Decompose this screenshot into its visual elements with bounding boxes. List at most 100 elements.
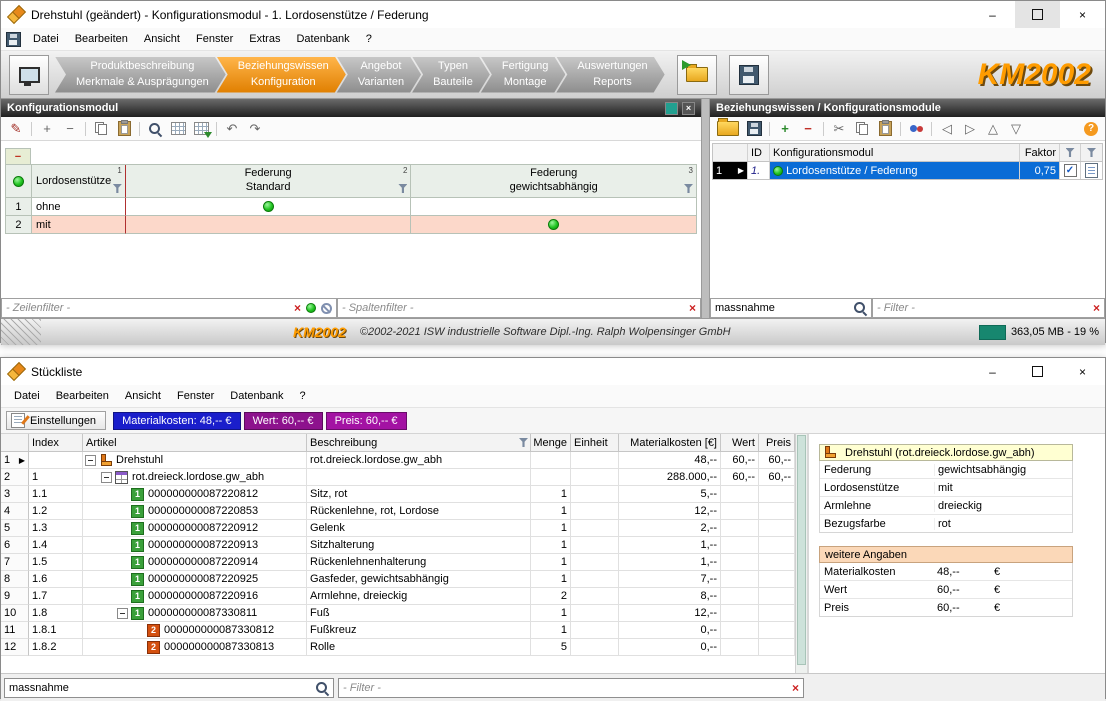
- bom-row[interactable]: 7 1.5 1 000000000087220914 Rückenlehnenhalte…: [1, 554, 795, 571]
- row-number[interactable]: 2: [1, 469, 29, 486]
- matrix-row-axis-header[interactable]: Lordosenstütze 1: [31, 165, 126, 198]
- users-icon[interactable]: [908, 121, 924, 137]
- wert-cell[interactable]: [721, 571, 759, 588]
- header-einheit[interactable]: Einheit: [571, 434, 619, 452]
- menu-item[interactable]: Bearbeiten: [67, 30, 136, 48]
- beschreibung-cell[interactable]: Rolle: [307, 639, 531, 656]
- menu-item[interactable]: Extras: [241, 30, 288, 48]
- materialkosten-cell[interactable]: 2,--: [619, 520, 721, 537]
- search-icon[interactable]: [315, 681, 329, 695]
- menu-item[interactable]: Fenster: [169, 387, 222, 405]
- bom-filter-box[interactable]: ×: [338, 677, 804, 698]
- bom-row[interactable]: 4 1.2 1 000000000087220853 Rückenlehne, rot,…: [1, 503, 795, 520]
- redo-icon[interactable]: ↷: [247, 121, 263, 137]
- menu-item[interactable]: ?: [358, 30, 380, 48]
- beschreibung-cell[interactable]: Rückenlehne, rot, Lordose: [307, 503, 531, 520]
- filter-funnel-icon[interactable]: [684, 184, 693, 193]
- wert-cell[interactable]: 60,--: [721, 452, 759, 469]
- filter-funnel-icon[interactable]: [519, 438, 528, 447]
- header-index[interactable]: Index: [29, 434, 83, 452]
- row-number[interactable]: 9: [1, 588, 29, 605]
- nav-down-icon[interactable]: ▽: [1008, 121, 1024, 137]
- header-active-column[interactable]: [1060, 144, 1081, 161]
- panel-pin-button[interactable]: [665, 101, 678, 115]
- row-label[interactable]: mit: [31, 216, 126, 234]
- remove-icon[interactable]: −: [62, 121, 78, 137]
- einheit-cell[interactable]: [571, 571, 619, 588]
- header-menge[interactable]: Menge: [531, 434, 571, 452]
- artikel-cell[interactable]: 1 000000000087220913: [83, 537, 307, 554]
- row-axis-dot-cell[interactable]: [6, 165, 32, 198]
- panel-splitter[interactable]: [701, 99, 710, 318]
- wert-cell[interactable]: [721, 486, 759, 503]
- materialkosten-cell[interactable]: 48,--: [619, 452, 721, 469]
- artikel-cell[interactable]: 1 000000000087220912: [83, 520, 307, 537]
- materialkosten-cell[interactable]: 1,--: [619, 537, 721, 554]
- wert-cell[interactable]: [721, 588, 759, 605]
- header-preis[interactable]: Preis: [759, 434, 795, 452]
- matrix-corner-cell[interactable]: −: [5, 148, 31, 165]
- preis-cell[interactable]: [759, 554, 795, 571]
- maximize-button[interactable]: [1015, 358, 1060, 385]
- export-grid-icon[interactable]: [193, 121, 212, 138]
- matrix-cell[interactable]: [411, 198, 697, 216]
- row-number[interactable]: 5: [1, 520, 29, 537]
- menu-item[interactable]: Ansicht: [117, 387, 169, 405]
- zeilenfilter-box[interactable]: ×: [1, 298, 337, 318]
- nav-left-icon[interactable]: ◁: [939, 121, 955, 137]
- matrix-cell[interactable]: [125, 198, 412, 216]
- header-rownum[interactable]: [1, 434, 29, 452]
- preis-cell[interactable]: [759, 639, 795, 656]
- preis-cell[interactable]: [759, 605, 795, 622]
- paste-icon[interactable]: [116, 120, 132, 137]
- wert-cell[interactable]: [721, 554, 759, 571]
- beschreibung-cell[interactable]: Fuß: [307, 605, 531, 622]
- materialkosten-cell[interactable]: 0,--: [619, 622, 721, 639]
- einheit-cell[interactable]: [571, 639, 619, 656]
- row-number[interactable]: 7: [1, 554, 29, 571]
- undo-icon[interactable]: ↶: [224, 121, 240, 137]
- header-artikel[interactable]: Artikel: [83, 434, 307, 452]
- row-number[interactable]: 3: [1, 486, 29, 503]
- grid-icon[interactable]: [170, 121, 186, 137]
- assignment-dot[interactable]: [262, 201, 274, 212]
- header-document-column[interactable]: [1081, 144, 1102, 161]
- preis-cell[interactable]: [759, 486, 795, 503]
- einheit-cell[interactable]: [571, 537, 619, 554]
- beschreibung-cell[interactable]: [307, 469, 531, 486]
- menu-item[interactable]: Fenster: [188, 30, 241, 48]
- index-cell[interactable]: [29, 452, 83, 469]
- settings-button[interactable]: Einstellungen: [6, 411, 107, 430]
- einheit-cell[interactable]: [571, 486, 619, 503]
- bom-search-box[interactable]: [4, 677, 334, 698]
- artikel-cell[interactable]: rot.dreieck.lordose.gw_abh: [83, 469, 307, 486]
- einheit-cell[interactable]: [571, 520, 619, 537]
- materialkosten-cell[interactable]: 7,--: [619, 571, 721, 588]
- assignment-dot[interactable]: [548, 219, 560, 230]
- module-row[interactable]: 1 ▶ 1. Lordosenstütze / Federung 0,75 ✓: [712, 162, 1103, 180]
- beschreibung-cell[interactable]: Armlehne, dreieckig: [307, 588, 531, 605]
- active-checkbox[interactable]: ✓: [1063, 164, 1077, 177]
- bom-row[interactable]: 2 1 rot.dreieck.lordose.gw_abh 288.000,-- 60…: [1, 469, 795, 486]
- artikel-cell[interactable]: Drehstuhl: [83, 452, 307, 469]
- index-cell[interactable]: 1.3: [29, 520, 83, 537]
- wert-cell[interactable]: [721, 520, 759, 537]
- preis-cell[interactable]: [759, 537, 795, 554]
- bom-row[interactable]: 12 1.8.2 2 000000000087330813 Rolle 5 0,--: [1, 639, 795, 656]
- wert-cell[interactable]: 60,--: [721, 469, 759, 486]
- add-module-icon[interactable]: +: [777, 121, 793, 137]
- materialkosten-cell[interactable]: 0,--: [619, 639, 721, 656]
- menge-cell[interactable]: 1: [531, 605, 571, 622]
- module-filter-box[interactable]: ×: [872, 298, 1105, 318]
- menge-cell[interactable]: 1: [531, 622, 571, 639]
- tab-angebot[interactable]: Angebot Varianten: [337, 57, 421, 93]
- bom-row[interactable]: 5 1.3 1 000000000087220912 Gelenk 1 2,--: [1, 520, 795, 537]
- tab-beziehungswissen[interactable]: Beziehungswissen Konfiguration: [217, 57, 346, 93]
- filter-funnel-icon[interactable]: [398, 184, 408, 193]
- spaltenfilter-input[interactable]: [342, 302, 684, 314]
- spaltenfilter-box[interactable]: ×: [337, 298, 701, 318]
- menu-item[interactable]: ?: [292, 387, 314, 405]
- row-label[interactable]: ohne: [31, 198, 126, 216]
- header-id[interactable]: ID: [748, 144, 770, 161]
- module-search-box[interactable]: [710, 298, 872, 318]
